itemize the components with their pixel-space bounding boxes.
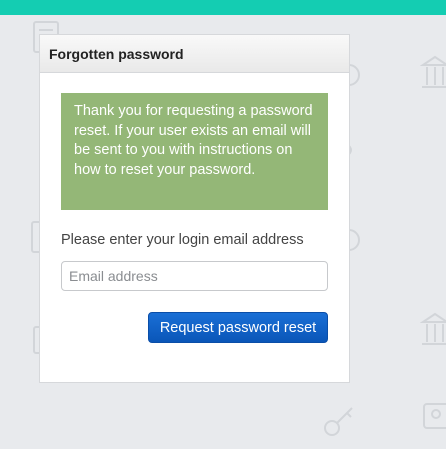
panel-title: Forgotten password — [49, 45, 184, 62]
forgotten-password-panel: Forgotten password Thank you for request… — [39, 34, 350, 383]
panel-header: Forgotten password — [40, 35, 349, 73]
email-input[interactable] — [61, 261, 328, 291]
building-icon-2 — [420, 312, 446, 345]
top-accent-bar — [0, 0, 446, 15]
building-icon — [420, 55, 446, 88]
reset-notice: Thank you for requesting a password rese… — [61, 93, 328, 210]
key-icon — [324, 407, 353, 436]
email-prompt-label: Please enter your login email address — [61, 232, 304, 248]
request-password-reset-button[interactable]: Request password reset — [148, 312, 328, 343]
id-card-icon — [423, 403, 446, 429]
